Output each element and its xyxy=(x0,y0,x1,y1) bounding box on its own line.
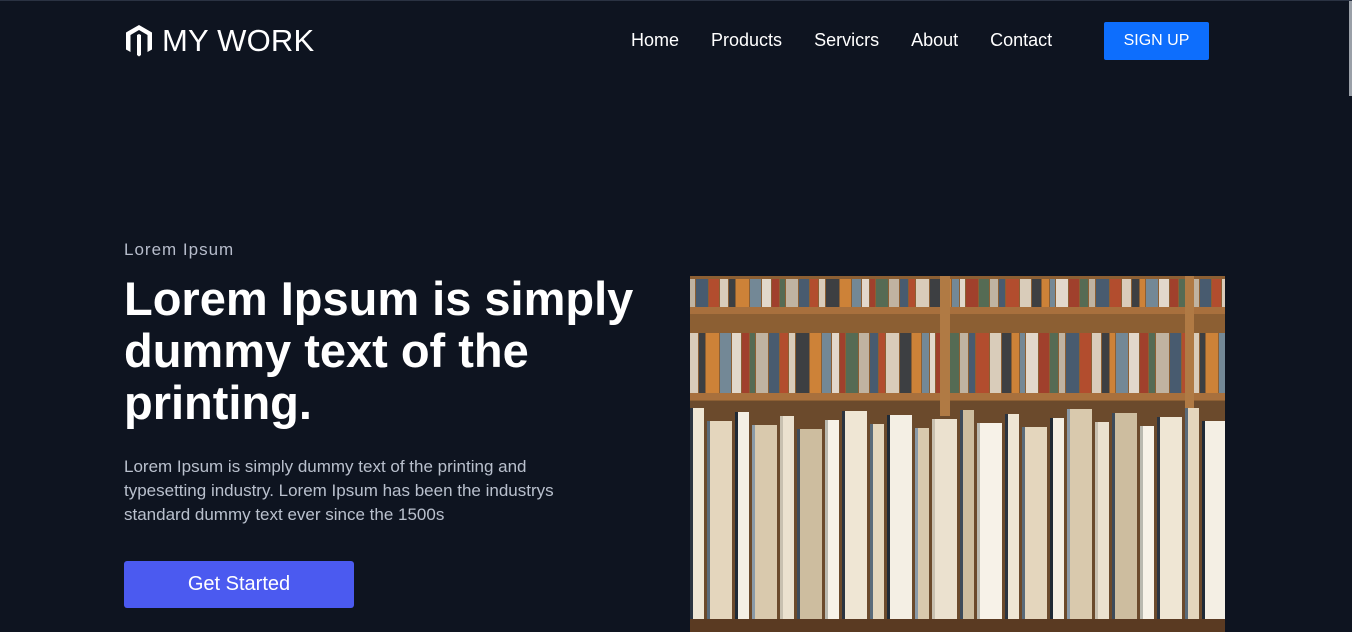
sign-up-button[interactable]: SIGN UP xyxy=(1104,22,1209,60)
nav-contact[interactable]: Contact xyxy=(990,29,1052,51)
bookshelf-photo xyxy=(690,276,1225,632)
nav-home[interactable]: Home xyxy=(631,29,679,51)
site-header: MY WORK Home Products Servicrs About Con… xyxy=(0,1,1352,81)
magento-logo-icon xyxy=(126,25,152,57)
nav-about[interactable]: About xyxy=(911,29,958,51)
hero-description: Lorem Ipsum is simply dummy text of the … xyxy=(124,457,554,524)
brand-logo[interactable]: MY WORK xyxy=(125,23,314,59)
nav-products[interactable]: Products xyxy=(711,29,782,51)
nav-services[interactable]: Servicrs xyxy=(814,29,879,51)
get-started-button[interactable]: Get Started xyxy=(124,561,354,608)
page: MY WORK Home Products Servicrs About Con… xyxy=(0,0,1352,632)
brand-name: MY WORK xyxy=(162,23,315,58)
hero-headline: Lorem Ipsum is simply dummy text of the … xyxy=(124,272,634,429)
hero-eyebrow: Lorem Ipsum xyxy=(124,240,235,259)
main-nav: Home Products Servicrs About Contact xyxy=(631,29,1052,51)
